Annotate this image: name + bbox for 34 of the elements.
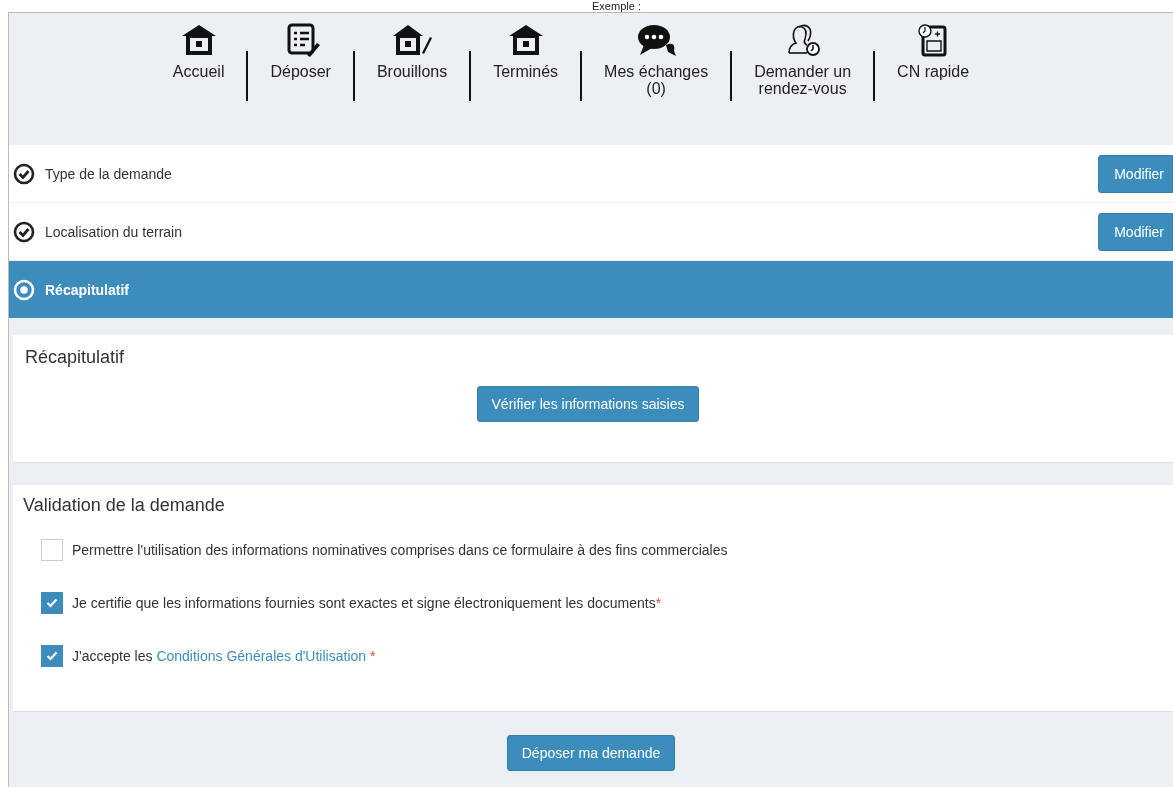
step-label: Localisation du terrain [45, 223, 183, 240]
card-title: Validation de la demande [23, 495, 226, 516]
card-title: Récapitulatif [25, 347, 126, 368]
nav-link[interactable]: Terminés [471, 23, 581, 80]
nav-link[interactable]: Accueil [150, 23, 247, 80]
step-row[interactable]: Récapitulatif [9, 261, 1173, 319]
step-row[interactable]: Localisation du terrain Modifier [9, 203, 1173, 261]
checkbox-label: Permettre l'utilisation des informations nominatives comprises dans ce formulaire à des fins commerciales [72, 542, 728, 558]
nav-link[interactable]: Déposer [248, 23, 353, 80]
checkbox[interactable] [41, 592, 63, 614]
check-circle-icon [13, 220, 35, 243]
step-label: Type de la demande [45, 165, 173, 182]
check-circle-icon [13, 162, 35, 185]
caption-text: Exemple : [592, 0, 641, 12]
checkbox[interactable] [41, 539, 63, 561]
check-icon [45, 649, 59, 663]
checkbox-label: J'accepte les Conditions Générales d'Utilisation * [72, 648, 376, 664]
step-row[interactable]: Type de la demande Modifier [9, 145, 1173, 203]
verify-button[interactable]: Vérifier les informations saisies [476, 386, 700, 422]
chat-icon [636, 23, 677, 57]
radio-circle-icon [13, 278, 35, 301]
modify-button[interactable]: Modifier [1098, 154, 1173, 193]
nav-link[interactable]: CN rapide [875, 23, 992, 80]
checkbox-label: Je certifie que les informations fournies sont exactes et signe électroniquement les documents* [72, 595, 662, 611]
nav-link[interactable]: Mes échanges (0) [582, 23, 731, 97]
checkbox[interactable] [41, 645, 63, 667]
terms-link[interactable]: Conditions Générales d'Utilisation [156, 648, 367, 664]
check-icon [45, 596, 59, 610]
step-label: Récapitulatif [45, 281, 130, 298]
nav-link[interactable]: Brouillons [354, 23, 470, 80]
modify-button[interactable]: Modifier [1098, 212, 1173, 251]
submit-button[interactable]: Déposer ma demande [506, 735, 676, 771]
house-pencil-icon [392, 23, 433, 57]
nav-link[interactable]: Demander un rendez-vous [732, 23, 874, 97]
